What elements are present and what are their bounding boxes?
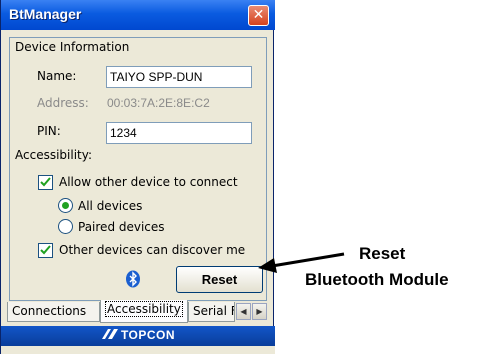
pin-label: PIN: — [37, 124, 61, 138]
btmanager-window: BtManager ✕ Device Information Name: TAI… — [0, 0, 275, 354]
annotation-line2: Bluetooth Module — [305, 270, 449, 289]
bottom-strip — [1, 346, 275, 354]
pin-field[interactable]: 1234 — [106, 122, 252, 144]
tab-connections-label: Connections — [12, 304, 87, 318]
device-info-heading: Device Information — [15, 40, 130, 54]
discoverable-label: Other devices can discover me — [59, 243, 246, 257]
tab-connections[interactable]: Connections — [7, 302, 100, 322]
radio-selected-dot — [62, 202, 69, 209]
bluetooth-icon — [126, 270, 140, 288]
name-field[interactable]: TAIYO SPP-DUN — [106, 66, 252, 88]
address-label: Address: — [37, 96, 89, 110]
paired-devices-radio[interactable] — [58, 219, 73, 234]
allow-connect-label: Allow other device to connect — [59, 175, 238, 189]
brand-bar: TOPCON — [1, 326, 275, 346]
checkmark-icon — [40, 245, 51, 255]
annotation-line1: Reset — [359, 244, 406, 263]
all-devices-label: All devices — [78, 199, 143, 213]
tab-accessibility[interactable]: Accessibility — [100, 300, 188, 323]
tab-scroll-right-button[interactable]: ▶ — [252, 303, 267, 320]
tab-serial[interactable]: Serial F — [188, 302, 235, 322]
checkmark-icon — [40, 177, 51, 187]
title-bar: BtManager ✕ — [1, 0, 275, 30]
topcon-mark-icon — [101, 329, 118, 339]
name-label: Name: — [37, 69, 77, 83]
tab-accessibility-label: Accessibility — [105, 301, 183, 317]
close-button[interactable]: ✕ — [248, 5, 269, 26]
allow-connect-checkbox[interactable] — [38, 175, 53, 190]
tab-scroll-left-button[interactable]: ◀ — [236, 303, 251, 320]
address-value: 00:03:7A:2E:8E:C2 — [107, 96, 210, 110]
chevron-right-icon: ▶ — [256, 307, 263, 316]
tab-bar: Connections Accessibility Serial F ◀ ▶ — [7, 300, 269, 324]
paired-devices-label: Paired devices — [78, 220, 165, 234]
topcon-logo: TOPCON — [1, 328, 275, 342]
chevron-left-icon: ◀ — [240, 307, 247, 316]
close-icon: ✕ — [252, 7, 265, 23]
tab-serial-label: Serial F — [193, 304, 235, 318]
all-devices-radio[interactable] — [58, 198, 73, 213]
window-title: BtManager — [9, 6, 82, 22]
discoverable-checkbox[interactable] — [38, 243, 53, 258]
brand-text: TOPCON — [120, 328, 176, 342]
accessibility-heading: Accessibility: — [15, 148, 93, 162]
